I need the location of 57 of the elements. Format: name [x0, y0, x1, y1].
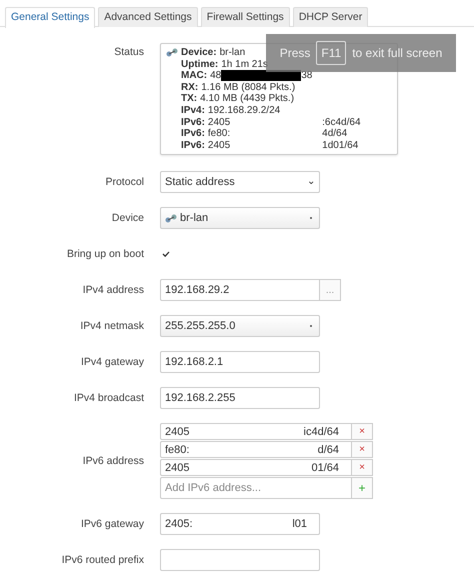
input-field[interactable]: 2405: l01 [160, 513, 320, 536]
remove-button[interactable]: × [352, 459, 373, 476]
field-label: Protocol [104, 176, 145, 188]
status-key: IPv6: [181, 140, 205, 152]
status-key: MAC: [181, 70, 208, 82]
status-key: RX: [181, 82, 198, 94]
notice-text: Press [280, 46, 310, 60]
select-field[interactable]: 255.255.255.0 [160, 315, 320, 338]
status-value: 1d01/64 [322, 140, 358, 152]
tab[interactable]: Advanced Settings [98, 7, 198, 27]
key-cap: F11 [316, 41, 346, 65]
status-key: Device: [181, 47, 217, 59]
status-key: TX: [181, 93, 198, 105]
status-key: IPv6: [181, 128, 205, 140]
status-key: IPv4: [181, 104, 205, 117]
field-label: IPv4 address [82, 284, 145, 296]
field-label: IPv4 netmask [79, 320, 145, 332]
status-value: 4d/64 [322, 128, 348, 140]
notice-text: to exit full screen [352, 46, 442, 60]
input-field[interactable]: 192.168.2.255 [160, 387, 320, 410]
input-field[interactable]: 2405 01/64 [160, 459, 352, 476]
remove-button[interactable]: × [352, 441, 373, 458]
status-value: 2405 [208, 116, 230, 128]
field-label: IPv4 broadcast [72, 392, 145, 404]
status-value: 2405 [208, 140, 230, 152]
status-value: fe80: [208, 128, 230, 140]
tab[interactable]: General Settings [5, 7, 96, 28]
tab[interactable]: DHCP Server [292, 7, 368, 27]
field-label: Status [113, 45, 145, 58]
status-value: 38 [301, 70, 312, 82]
status-value: 4.10 MB (4439 Pkts.) [200, 93, 294, 105]
field-label: Device [110, 212, 145, 224]
status-value: :6c4d/64 [322, 116, 361, 128]
network-icon [166, 48, 178, 58]
status-value: 48 [210, 70, 222, 82]
status-value: 192.168.29.2/24 [208, 104, 280, 117]
status-value: br-lan [220, 47, 246, 59]
field-label: IPv6 address [82, 455, 145, 468]
input-field[interactable]: Add IPv6 address... [160, 477, 352, 500]
field-label: IPv4 gateway [80, 356, 145, 368]
tab[interactable]: Firewall Settings [200, 7, 290, 27]
status-value: 1.16 MB (8084 Pkts.) [201, 82, 296, 94]
input-field[interactable]: 2405 ic4d/64 [160, 423, 352, 440]
status-value: 1h 1m 21s [221, 58, 268, 70]
status-key: IPv6: [181, 116, 205, 128]
select-field[interactable]: br-lan [160, 207, 320, 230]
field-label: IPv6 routed prefix [60, 554, 145, 566]
select-field[interactable]: Static address ⌄ [160, 171, 320, 194]
input-field[interactable]: 192.168.29.2 [160, 279, 320, 302]
field-label: Bring up on boot [66, 248, 145, 260]
input-field[interactable]: fe80: d/64 [160, 441, 352, 458]
remove-button[interactable]: × [352, 423, 373, 440]
network-icon [165, 214, 177, 224]
field-label: IPv6 gateway [80, 518, 145, 530]
status-key: Uptime: [181, 58, 218, 70]
input-field[interactable] [160, 549, 320, 572]
input-field[interactable]: 192.168.2.1 [160, 351, 320, 374]
